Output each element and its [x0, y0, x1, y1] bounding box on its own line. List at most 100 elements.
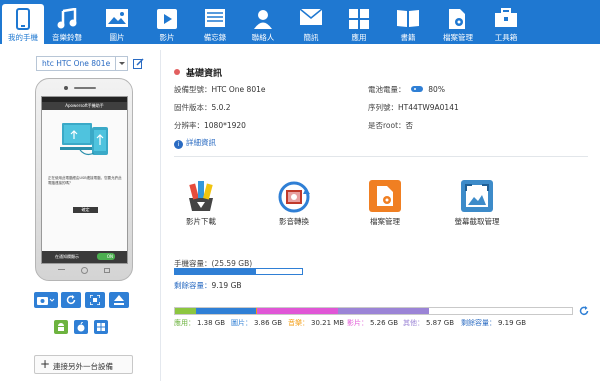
media-convert-label: 影音轉換 — [279, 217, 309, 226]
storage-segment — [196, 308, 257, 314]
serial-row: 序列號：HT44TW9A0141 — [368, 102, 459, 113]
phone-screen-bottom-label: 在通知欄顯示 — [55, 254, 79, 259]
battery-label: 電池電量： — [368, 85, 406, 94]
video-download-icon — [183, 178, 219, 214]
nav-tab-apps[interactable]: 應用 — [338, 0, 380, 44]
edit-device-icon[interactable] — [133, 58, 144, 71]
nav-tab-books[interactable]: 書籍 — [387, 0, 429, 44]
ios-os-button[interactable] — [74, 320, 88, 334]
android-os-button[interactable] — [54, 320, 68, 334]
details-link-text: 詳細資訊 — [186, 138, 216, 147]
refresh-storage-icon[interactable] — [579, 306, 589, 316]
nav-label: 圖片 — [109, 33, 125, 42]
envelope-icon — [299, 8, 323, 28]
phone-back-icon — [58, 269, 65, 272]
phone-app-title: Apowersoft手機助手 — [42, 102, 127, 110]
nav-label: 聯絡人 — [251, 33, 275, 42]
nav-tab-music[interactable]: 音樂鈴聲 — [46, 0, 88, 44]
nav-label: 影片 — [159, 33, 175, 42]
info-icon: i — [174, 140, 183, 149]
eject-icon — [114, 295, 124, 307]
fullscreen-icon — [89, 294, 101, 307]
windows-icon — [97, 323, 105, 333]
screenshot-button[interactable] — [34, 292, 58, 308]
phone-preview: Apowersoft手機助手 正在使用此電腦經由USB連接電腦，您要允許此電腦連… — [35, 78, 133, 281]
legend-key: 應用： — [174, 319, 195, 327]
basic-info-title-text: 基礎資訊 — [186, 69, 223, 79]
phone-capacity-fill — [175, 269, 257, 274]
resolution-label: 分辨率： — [174, 121, 204, 130]
phone-menu-icon — [104, 268, 110, 273]
nav-tab-contacts[interactable]: 聯絡人 — [242, 0, 284, 44]
connect-another-device-label: 連接另外一台設備 — [53, 362, 113, 371]
legend-key: 音樂： — [288, 319, 309, 327]
phone-screen-toggle: ON — [97, 253, 115, 260]
basic-info-title: 基礎資訊 — [174, 66, 222, 79]
legend-remaining: 剩餘容量： 9.19 GB — [461, 318, 526, 328]
phone-screen-ok-button: 確定 — [73, 207, 98, 213]
remaining-capacity-label: 剩餘容量： — [174, 281, 212, 290]
phone-icon — [16, 8, 30, 32]
phone-capacity-bar — [174, 268, 303, 275]
legend-value: 3.86 GB — [254, 319, 283, 327]
book-icon — [396, 8, 420, 30]
legend-other: 其他： 5.87 GB — [403, 318, 454, 328]
device-dropdown-value: htc HTC One 801e — [42, 59, 111, 68]
screenshot-manager-icon — [459, 178, 495, 214]
model-value: HTC One 801e — [211, 85, 266, 94]
phone-camera-icon — [64, 86, 68, 90]
refresh-device-button[interactable] — [61, 292, 81, 308]
details-link[interactable]: i 詳細資訊 — [174, 137, 216, 149]
nav-tab-my-phone[interactable]: 我的手機 — [2, 4, 44, 44]
nav-tab-sms[interactable]: 簡訊 — [290, 0, 332, 44]
nav-tab-videos[interactable]: 影片 — [146, 0, 188, 44]
phone-home-icon — [81, 267, 88, 274]
legend-key: 圖片： — [231, 319, 252, 327]
legend-value: 5.26 GB — [370, 319, 399, 327]
nav-tab-toolbox[interactable]: 工具箱 — [485, 0, 527, 44]
nav-label: 應用 — [351, 33, 367, 42]
picture-icon — [105, 8, 129, 30]
storage-segment — [256, 308, 339, 314]
nav-label: 我的手機 — [8, 33, 38, 42]
phone-screen-bottom-bar: 在通知欄顯示 ON — [42, 251, 127, 263]
remaining-capacity-value: 9.19 GB — [211, 281, 242, 290]
storage-segment — [429, 308, 572, 314]
nav-tab-pictures[interactable]: 圖片 — [96, 0, 138, 44]
plus-icon: + — [40, 357, 51, 371]
nav-tab-file-manager[interactable]: 檔案管理 — [435, 0, 481, 44]
memo-icon — [204, 8, 226, 30]
legend-videos: 影片： 5.26 GB — [347, 318, 398, 328]
battery-value: 80% — [428, 85, 445, 94]
nav-label: 簡訊 — [303, 33, 319, 42]
camera-icon — [37, 295, 55, 307]
chevron-down-icon[interactable] — [115, 57, 127, 70]
apps-grid-icon — [348, 8, 370, 32]
refresh-icon — [66, 295, 76, 307]
eject-button[interactable] — [109, 292, 129, 308]
windows-os-button[interactable] — [94, 320, 108, 334]
fullscreen-button[interactable] — [85, 292, 105, 308]
nav-label: 檔案管理 — [443, 33, 473, 42]
firmware-label: 固件版本： — [174, 103, 212, 112]
legend-value: 1.38 GB — [197, 319, 226, 327]
legend-key: 影片： — [347, 319, 368, 327]
connect-another-device-button[interactable]: + 連接另外一台設備 — [34, 355, 133, 374]
file-manager-label: 檔案管理 — [370, 217, 400, 226]
legend-music: 音樂： 30.21 MB — [288, 318, 344, 328]
media-convert-icon — [276, 178, 312, 214]
laptop-phone-usb-icon — [58, 119, 112, 161]
device-toolbar — [34, 292, 134, 310]
battery-row: 電池電量： 80% — [368, 84, 445, 95]
android-icon — [57, 322, 65, 334]
file-gear-icon — [448, 8, 468, 32]
device-dropdown[interactable]: htc HTC One 801e — [36, 56, 128, 71]
legend-key: 剩餘容量： — [461, 319, 496, 327]
resolution-value: 1080*1920 — [204, 121, 246, 130]
file-manager-icon — [367, 178, 403, 214]
nav-tab-memo[interactable]: 備忘錄 — [194, 0, 236, 44]
nav-label: 備忘錄 — [203, 33, 227, 42]
firmware-row: 固件版本：5.0.2 — [174, 102, 231, 113]
firmware-value: 5.0.2 — [211, 103, 231, 112]
legend-pictures: 圖片： 3.86 GB — [231, 318, 282, 328]
